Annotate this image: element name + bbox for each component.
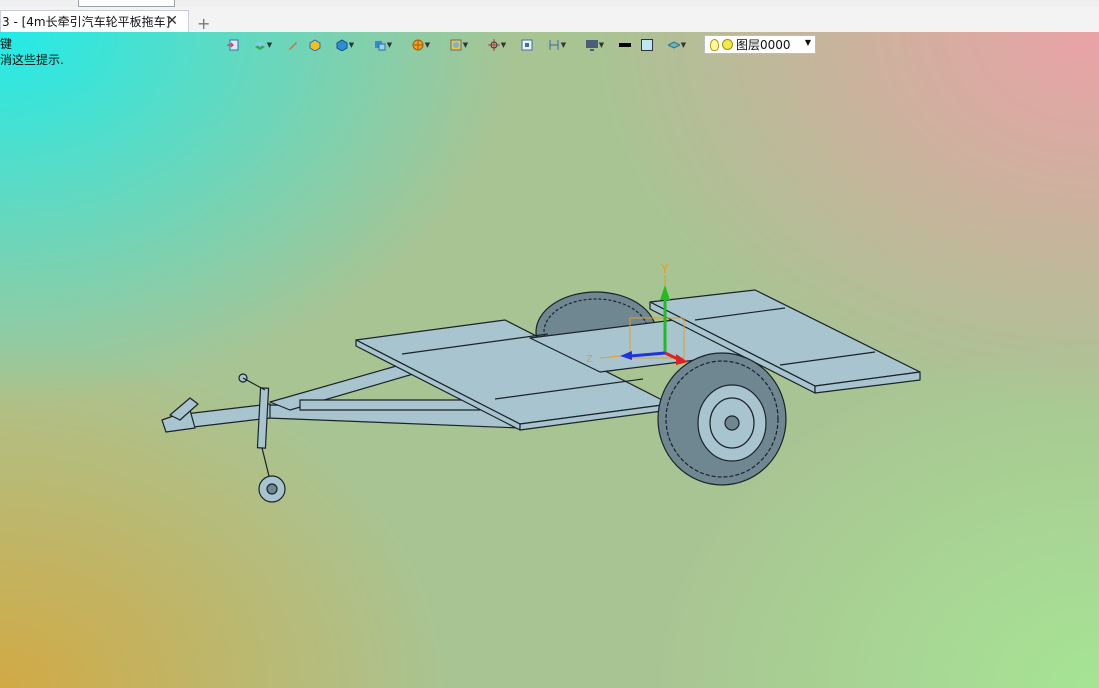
dimension-icon: [549, 40, 559, 50]
layer-dropdown[interactable]: 图层0000 ▼: [704, 35, 816, 54]
display-mode-button[interactable]: ▼: [440, 35, 478, 55]
top-strip: [0, 0, 1099, 7]
fill-color-icon: [641, 39, 653, 51]
new-tab-icon[interactable]: +: [197, 16, 210, 32]
fill-color-button[interactable]: [636, 35, 658, 55]
hitch: [169, 373, 286, 503]
command-field[interactable]: [78, 0, 175, 7]
chevron-down-icon[interactable]: ▼: [805, 38, 811, 47]
hint-text: 键 消这些提示.: [0, 36, 64, 68]
hint-line-2: 消这些提示.: [0, 53, 64, 67]
layer-stack-icon: [667, 41, 680, 49]
box-yellow-icon: [309, 39, 321, 51]
layers-stack-icon: [254, 41, 265, 50]
front-wheel: [657, 352, 787, 486]
pen-button[interactable]: [282, 35, 304, 55]
box-yellow-button[interactable]: [304, 35, 326, 55]
trailer-model: Y Z: [161, 262, 921, 503]
move-axis-icon: [487, 39, 500, 51]
solid-box-button[interactable]: ▼: [326, 35, 364, 55]
view-cube-button[interactable]: ▼: [364, 35, 402, 55]
dimension-button[interactable]: ▼: [538, 35, 576, 55]
line-color-icon: [619, 43, 631, 47]
layers-stack-button[interactable]: ▼: [244, 35, 282, 55]
3d-viewport[interactable]: Y Z: [0, 32, 1099, 688]
screen-button[interactable]: ▼: [576, 35, 614, 55]
close-icon[interactable]: ✕: [166, 13, 178, 29]
lightbulb-icon[interactable]: [710, 38, 719, 51]
import-icon: [227, 39, 239, 51]
import-button[interactable]: [222, 35, 244, 55]
layer-stack-button[interactable]: ▼: [658, 35, 696, 55]
render-sphere-icon: [412, 39, 424, 51]
view-toolbar: ▼ ▼ ▼ ▼ ▼ ▼ ▼ ▼ ▼: [222, 35, 696, 55]
tab-document[interactable]: 3 - [4m长牵引汽车轮平板拖车] ✕: [0, 10, 189, 32]
render-sphere-button[interactable]: ▼: [402, 35, 440, 55]
pen-icon: [289, 42, 297, 50]
frame-icon: [521, 39, 533, 51]
layer-name: 图层0000: [736, 38, 791, 52]
layer-color-icon: [722, 39, 733, 50]
screen-icon: [585, 40, 598, 51]
frame-button[interactable]: [516, 35, 538, 55]
line-color-button[interactable]: [614, 35, 636, 55]
axis-y-label: Y: [660, 262, 669, 276]
tab-bar: 3 - [4m长牵引汽车轮平板拖车] ✕ +: [0, 7, 1099, 33]
solid-box-icon: [336, 39, 348, 51]
display-mode-icon: [450, 39, 462, 51]
tab-title: 3 - [4m长牵引汽车轮平板拖车]: [2, 15, 171, 29]
axis-z-label: Z: [586, 354, 593, 365]
move-axis-button[interactable]: ▼: [478, 35, 516, 55]
view-cube-icon: [374, 41, 386, 51]
hint-line-1: 键: [0, 37, 13, 51]
